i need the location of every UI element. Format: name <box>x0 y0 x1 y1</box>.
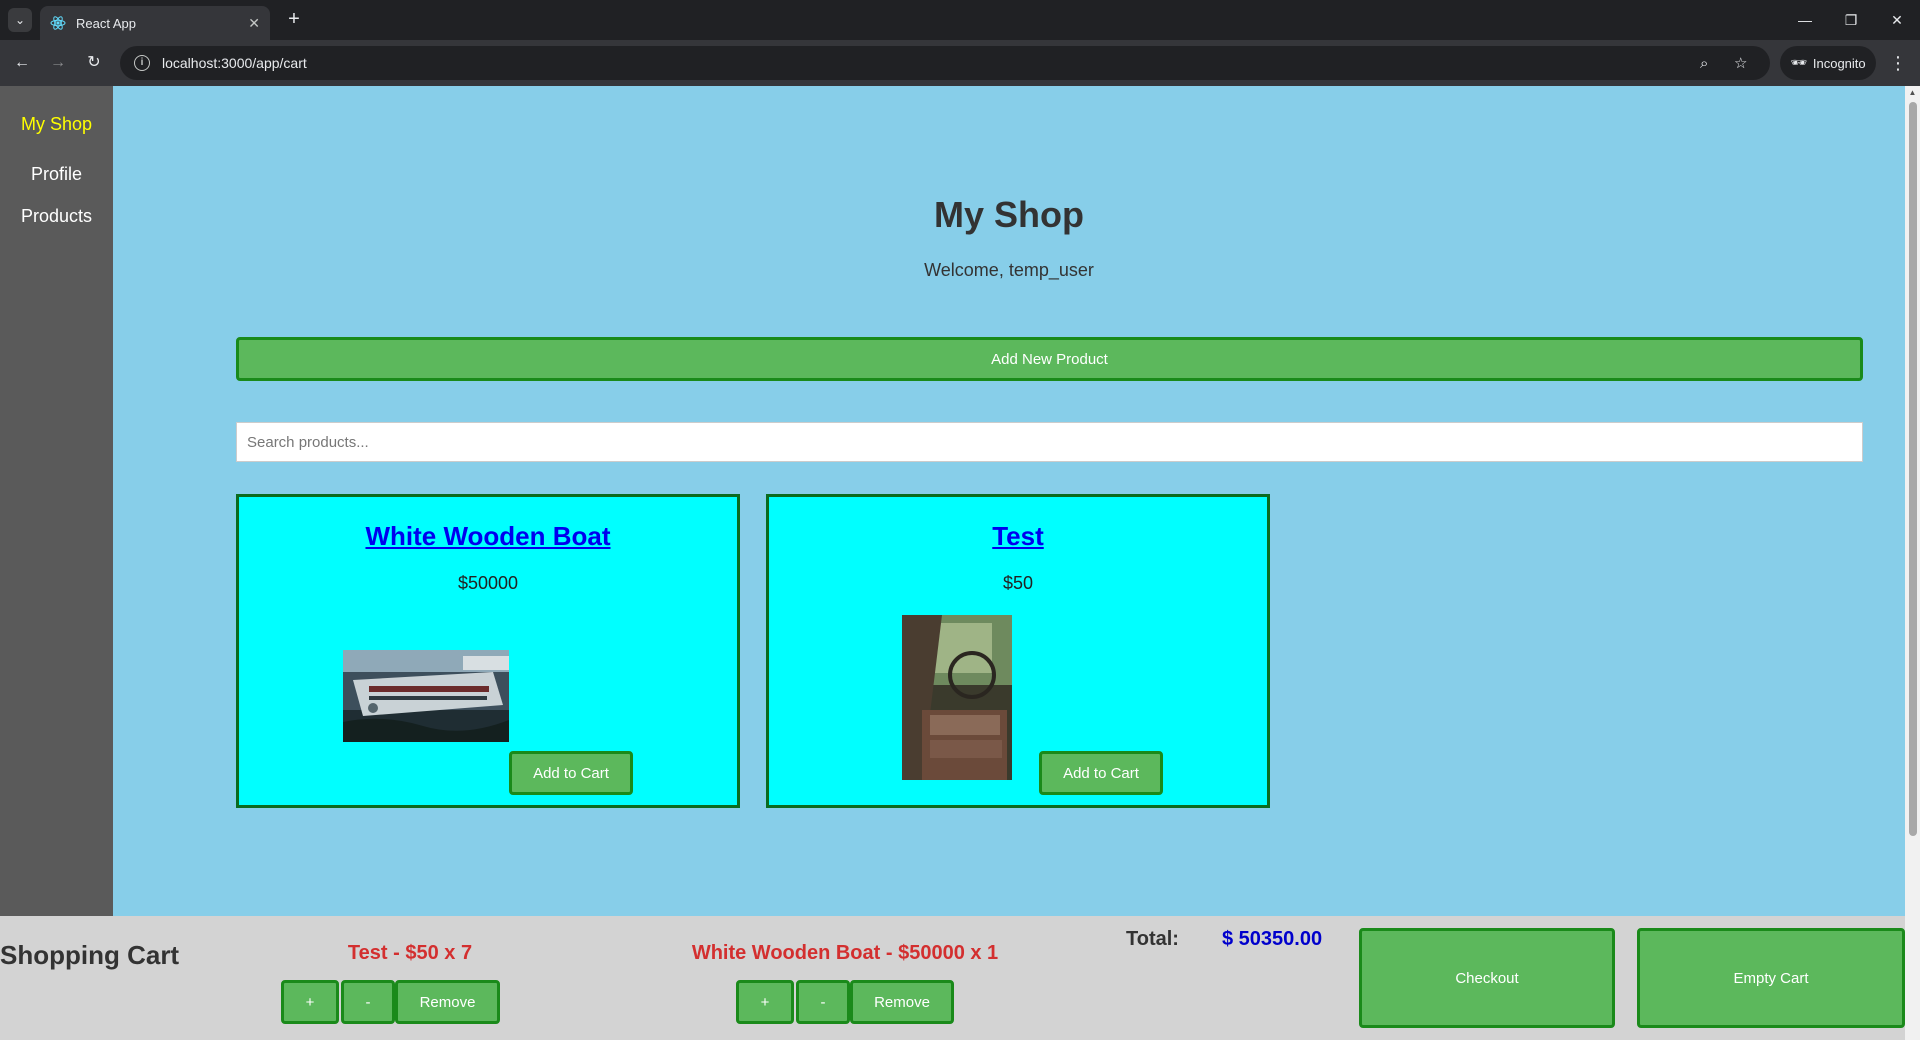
product-title-link[interactable]: Test <box>769 521 1267 552</box>
incognito-label: Incognito <box>1812 55 1866 71</box>
add-to-cart-button[interactable]: Add to Cart <box>509 751 633 795</box>
zoom-icon[interactable]: ⌕ <box>1700 46 1708 80</box>
scroll-up-icon[interactable]: ▲ <box>1905 86 1920 100</box>
browser-toolbar: ← → ↻ i localhost:3000/app/cart ⌕ ☆ 🕶 In… <box>0 40 1920 86</box>
checkout-button[interactable]: Checkout <box>1359 928 1615 1028</box>
sidebar: My Shop Profile Products <box>0 86 113 916</box>
main-content: My Shop Welcome, temp_user Add New Produ… <box>113 86 1905 916</box>
add-new-product-button[interactable]: Add New Product <box>236 337 1863 381</box>
sidebar-item-profile[interactable]: Profile <box>0 164 113 185</box>
new-tab-icon[interactable]: + <box>282 8 306 32</box>
search-input[interactable] <box>236 422 1863 462</box>
welcome-message: Welcome, temp_user <box>924 260 1094 280</box>
close-window-icon[interactable]: ✕ <box>1874 8 1920 32</box>
truck-interior-photo <box>902 615 1012 780</box>
minimize-icon[interactable]: — <box>1782 8 1828 32</box>
sidebar-item-my-shop[interactable]: My Shop <box>0 114 113 135</box>
url-text: localhost:3000/app/cart <box>162 55 307 71</box>
bookmark-star-icon[interactable]: ☆ <box>1734 46 1747 80</box>
page-title: My Shop <box>934 194 1084 235</box>
add-to-cart-button[interactable]: Add to Cart <box>1039 751 1163 795</box>
browser-tab-bar: ⌄ React App ✕ + — ❐ ✕ <box>0 0 1920 40</box>
forward-icon[interactable]: → <box>46 51 70 75</box>
product-card: White Wooden Boat $50000 Add to Cart <box>236 494 740 808</box>
decrease-quantity-button[interactable]: - <box>341 980 395 1024</box>
product-price: $50 <box>1002 573 1034 593</box>
incognito-icon: 🕶 <box>1790 55 1807 70</box>
close-tab-icon[interactable]: ✕ <box>248 15 260 32</box>
address-bar[interactable]: i localhost:3000/app/cart ⌕ ☆ <box>120 46 1770 80</box>
cart-heading: Shopping Cart <box>0 940 180 970</box>
incognito-badge[interactable]: 🕶 Incognito <box>1780 46 1876 80</box>
decrease-quantity-button[interactable]: - <box>796 980 850 1024</box>
empty-cart-button[interactable]: Empty Cart <box>1637 928 1905 1028</box>
increase-quantity-button[interactable]: + <box>736 980 794 1024</box>
remove-item-button[interactable]: Remove <box>850 980 954 1024</box>
increase-quantity-button[interactable]: + <box>281 980 339 1024</box>
product-price: $50000 <box>457 573 519 593</box>
browser-tab[interactable]: React App ✕ <box>40 6 270 40</box>
product-card: Test $50 Add to Cart <box>766 494 1270 808</box>
back-icon[interactable]: ← <box>10 51 34 75</box>
remove-item-button[interactable]: Remove <box>395 980 500 1024</box>
tab-list-icon[interactable]: ⌄ <box>8 8 32 32</box>
sidebar-item-products[interactable]: Products <box>0 206 113 227</box>
boat-photo <box>343 650 509 742</box>
site-info-icon[interactable]: i <box>134 55 150 71</box>
restore-icon[interactable]: ❐ <box>1828 8 1874 32</box>
cart-item-label: White Wooden Boat - $50000 x 1 <box>691 942 999 964</box>
total-label: Total: <box>1126 928 1179 950</box>
tab-title: React App <box>76 15 136 31</box>
cart-item-label: Test - $50 x 7 <box>347 942 473 964</box>
menu-kebab-icon[interactable]: ⋮ <box>1886 51 1910 75</box>
page-scrollbar[interactable]: ▲ <box>1905 86 1920 1040</box>
scroll-thumb[interactable] <box>1909 102 1917 836</box>
total-value: $ 50350.00 <box>1222 928 1323 950</box>
shopping-cart-bar: Shopping Cart Test - $50 x 7 + - Remove … <box>0 916 1905 1040</box>
reload-icon[interactable]: ↻ <box>82 51 106 75</box>
react-favicon-icon <box>50 16 66 30</box>
product-title-link[interactable]: White Wooden Boat <box>239 521 737 552</box>
